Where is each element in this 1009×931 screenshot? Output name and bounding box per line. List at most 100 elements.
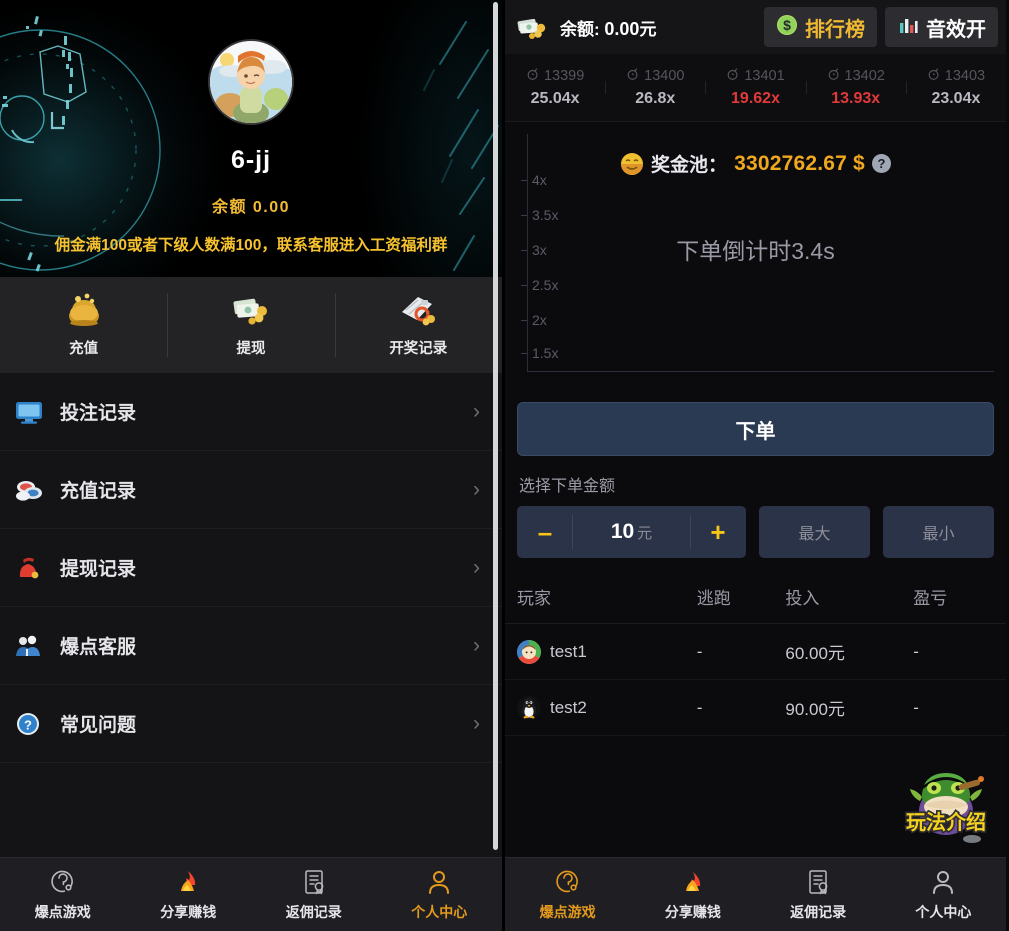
min-amount-button[interactable]: 最小 xyxy=(883,506,994,558)
amount-controls: – 10 元 + 最大 最小 xyxy=(517,506,994,558)
quick-action-withdraw[interactable]: 提现 xyxy=(167,277,334,373)
bomb-icon xyxy=(827,67,841,85)
leaderboard-button[interactable]: $ 排行榜 xyxy=(764,7,877,47)
menu-item-faq[interactable]: ? 常见问题 › xyxy=(0,685,502,763)
chart-ytick: 2x xyxy=(521,312,547,328)
nav-item-label: 爆点游戏 xyxy=(539,904,596,920)
chevron-right-icon: › xyxy=(473,712,480,735)
menu-item-label: 投注记录 xyxy=(60,403,137,424)
game-rules-badge[interactable]: 玩法介绍 xyxy=(896,755,996,847)
page-title: 6-jj xyxy=(230,146,272,174)
round-multiplier: 25.04x xyxy=(530,90,580,107)
nav-item-commission[interactable]: 返佣记录 xyxy=(756,867,881,922)
chevron-right-icon: › xyxy=(473,556,480,579)
invested-cell: 90.00元 xyxy=(785,679,914,736)
quick-action-recharge[interactable]: 充值 xyxy=(0,277,167,373)
flame-icon xyxy=(678,867,708,897)
round-cell[interactable]: 13401 19.62x xyxy=(705,67,805,108)
sound-toggle-button[interactable]: 音效开 xyxy=(885,7,998,47)
decrease-amount-button[interactable]: – xyxy=(517,506,573,558)
countdown-text: 下单倒计时3.4s xyxy=(676,238,835,264)
nav-item-label: 返佣记录 xyxy=(790,904,847,920)
round-cell[interactable]: 13403 23.04x xyxy=(905,67,1006,108)
round-cell[interactable]: 13402 13.93x xyxy=(805,67,906,108)
nav-item-share[interactable]: 分享赚钱 xyxy=(630,867,755,922)
flame-icon xyxy=(173,867,203,897)
profile-header: 6-jj 余额 0.00 佣金满100或者下级人数满100，联系客服进入工资福利… xyxy=(0,0,502,277)
chevron-right-icon: › xyxy=(473,634,480,657)
profit-cell: - xyxy=(913,679,1006,736)
balance-unit: 元 xyxy=(639,19,657,39)
round-id: 13402 xyxy=(827,67,885,85)
column-header-profit: 盈亏 xyxy=(913,576,1006,624)
question-help-icon[interactable]: ? xyxy=(871,154,891,173)
column-header-player: 玩家 xyxy=(505,576,697,624)
player-cell: test1 xyxy=(505,623,697,680)
nav-item-profile[interactable]: 个人中心 xyxy=(377,867,503,922)
nav-item-games[interactable]: 爆点游戏 xyxy=(505,867,630,922)
nav-item-label: 分享赚钱 xyxy=(160,904,217,920)
menu-item-recharge-records[interactable]: 充值记录 › xyxy=(0,451,502,529)
bomb-icon xyxy=(726,67,740,85)
balance-value: 0.00 xyxy=(604,18,640,39)
round-id: 13400 xyxy=(626,67,684,85)
nav-item-label: 爆点游戏 xyxy=(34,904,91,920)
monitor-icon xyxy=(12,397,46,427)
table-row: test1 - 60.00元 - xyxy=(505,623,1006,680)
bomb-icon xyxy=(927,67,941,85)
rules-badge-label: 玩法介绍 xyxy=(906,810,986,834)
quick-action-label: 提现 xyxy=(236,341,266,357)
page-scrollbar[interactable] xyxy=(493,2,498,850)
bomb-icon xyxy=(626,67,640,85)
menu-item-label: 常见问题 xyxy=(60,715,137,736)
round-multiplier: 19.62x xyxy=(731,90,780,107)
escape-cell: - xyxy=(696,679,786,736)
nav-item-profile[interactable]: 个人中心 xyxy=(881,867,1006,922)
left-bottom-nav: 爆点游戏 分享赚钱 返佣记录 个人中心 xyxy=(0,857,502,931)
menu-item-customer-service[interactable]: 爆点客服 › xyxy=(0,607,502,685)
escape-cell: - xyxy=(696,623,786,680)
menu-item-bet-records[interactable]: 投注记录 › xyxy=(0,373,502,451)
avatar[interactable] xyxy=(210,41,292,123)
menu-item-label: 爆点客服 xyxy=(60,637,137,658)
place-bet-button[interactable]: 下单 xyxy=(517,402,994,456)
right-bottom-nav: 爆点游戏 分享赚钱 返佣记录 个人中心 xyxy=(505,857,1006,931)
nav-item-commission[interactable]: 返佣记录 xyxy=(251,867,377,922)
menu-item-label: 提现记录 xyxy=(60,559,137,580)
nav-item-label: 个人中心 xyxy=(915,904,972,920)
penguin-avatar xyxy=(517,695,541,720)
increase-amount-button[interactable]: + xyxy=(690,506,746,558)
chevron-right-icon: › xyxy=(473,400,480,423)
player-name-wrap: test2 xyxy=(517,695,697,720)
right-panel-crash-game: 余额: 0.00元 $ 排行榜 音效开 13399 25.04x 13400 2… xyxy=(505,0,1006,931)
amount-unit: 元 xyxy=(637,525,653,542)
recharge-record-icon xyxy=(12,475,46,505)
sound-label: 音效开 xyxy=(926,18,986,41)
question-circle-icon xyxy=(48,867,78,897)
player-name: test1 xyxy=(550,641,587,661)
round-cell[interactable]: 13400 26.8x xyxy=(605,67,705,108)
red-money-bag-icon xyxy=(12,553,46,583)
round-id-text: 13399 xyxy=(543,68,585,84)
svg-text:$: $ xyxy=(783,17,791,33)
nav-item-share[interactable]: 分享赚钱 xyxy=(126,867,252,922)
chart-x-axis xyxy=(527,371,994,372)
menu-item-withdraw-records[interactable]: 提现记录 › xyxy=(0,529,502,607)
quantity-stepper: – 10 元 + xyxy=(517,506,746,558)
round-multiplier: 13.93x xyxy=(831,90,881,107)
quick-action-lottery-record[interactable]: 开奖记录 xyxy=(334,277,502,373)
game-top-bar: 余额: 0.00元 $ 排行榜 音效开 xyxy=(505,0,1006,54)
chart-ytick: 1.5x xyxy=(521,345,558,361)
amount-value[interactable]: 10 元 xyxy=(573,520,690,544)
amount-number: 10 xyxy=(610,520,635,543)
round-cell[interactable]: 13399 25.04x xyxy=(505,67,605,108)
prize-pool-label: 奖金池： xyxy=(651,155,728,176)
players-table-container: 玩家 逃跑 投入 盈亏 test1 - 60.00元 - test2 - 90.… xyxy=(505,576,1006,857)
player-cell: test2 xyxy=(505,679,697,736)
column-header-invested: 投入 xyxy=(785,576,914,624)
table-row: test2 - 90.00元 - xyxy=(505,679,1006,736)
nav-item-label: 个人中心 xyxy=(411,904,468,920)
leaderboard-label: 排行榜 xyxy=(805,18,865,41)
nav-item-games[interactable]: 爆点游戏 xyxy=(0,867,126,922)
max-amount-button[interactable]: 最大 xyxy=(759,506,870,558)
